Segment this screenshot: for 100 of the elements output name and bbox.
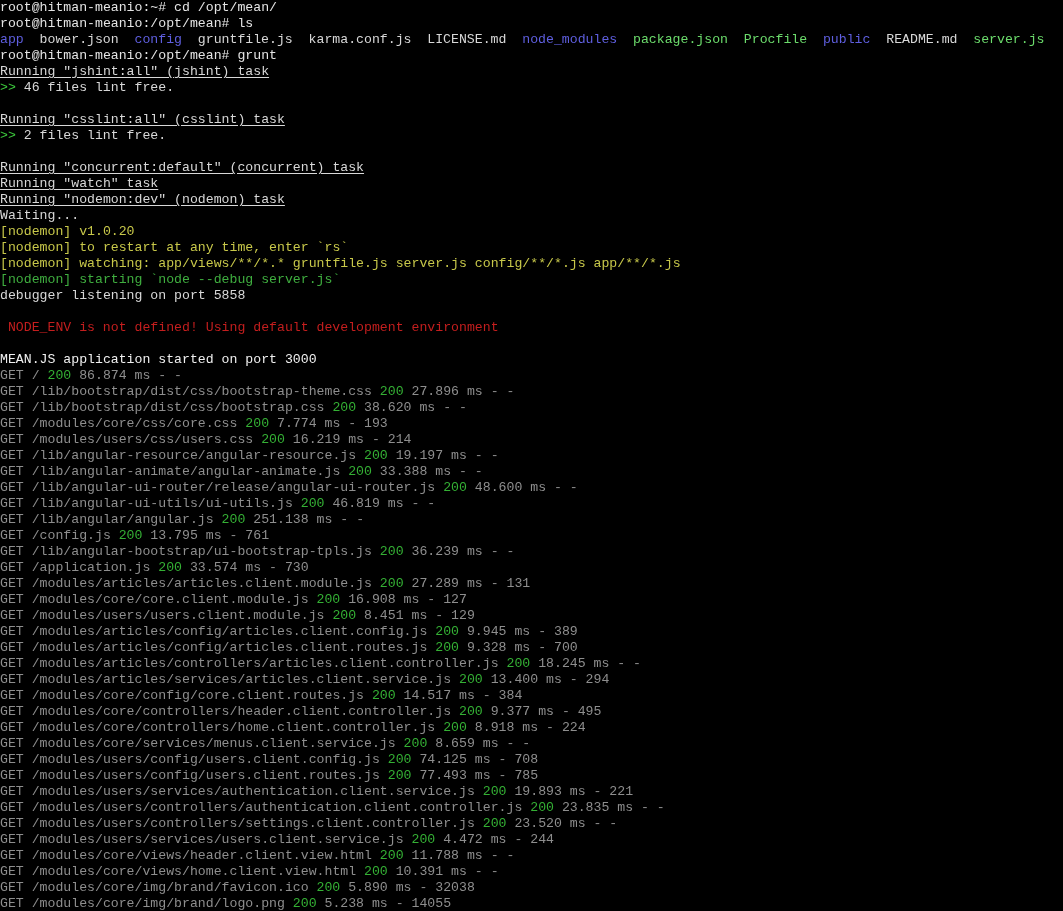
response-time: 9.377 ms - 495 [490,704,602,720]
status-code: 200 [371,688,396,704]
status-code: 200 [379,384,404,400]
file-name: README.md [886,32,958,48]
request-path: GET /modules/users/services/users.client.service.js [0,832,404,848]
directory-name: node_modules [522,32,618,48]
executable-name: package.json [633,32,728,48]
response-time: 9.945 ms - 389 [466,624,578,640]
request-path: GET /lib/bootstrap/dist/css/bootstrap-theme.css [0,384,372,400]
request-path: GET /modules/core/css/core.css [0,416,238,432]
request-path: GET /modules/core/services/menus.client.service.js [0,736,396,752]
executable-name: Procfile [743,32,808,48]
status-code: 200 [379,848,404,864]
response-time: 27.896 ms - - [411,384,515,400]
status-code: 200 [506,656,531,672]
status-code: 200 [443,720,467,736]
request-path: GET /modules/users/controllers/settings.client.controller.js [0,816,475,832]
status-code: 200 [292,896,317,911]
task-heading: Running "watch" task [0,176,159,192]
nodemon-message: [nodemon] v1.0.20 [0,224,135,240]
request-path: GET /modules/core/img/brand/logo.png [0,896,285,911]
request-path: GET /lib/angular-animate/angular-animate.js [0,464,341,480]
file-name: LICENSE.md [427,32,507,48]
file-name: bower.json [39,32,119,48]
request-path: GET /modules/core/views/home.client.view.html [0,864,357,880]
response-time: 13.400 ms - 294 [490,672,610,688]
request-path: GET /modules/users/controllers/authentication.client.controller.js [0,800,523,816]
response-time: 7.774 ms - 193 [277,416,388,432]
file-name: karma.conf.js [308,32,412,48]
response-time: 5.238 ms - 14055 [324,896,452,911]
executable-name: server.js [973,32,1045,48]
status-code: 200 [47,368,72,384]
output-text: Waiting... [0,208,80,224]
response-time: 18.245 ms - - [538,656,642,672]
response-time: 27.289 ms - 131 [411,576,531,592]
request-path: GET /modules/articles/config/articles.client.routes.js [0,640,428,656]
command-line: root@hitman-meanio:~# cd /opt/mean/ [0,0,277,16]
status-code: 200 [158,560,183,576]
response-time: 86.874 ms - - [79,368,183,384]
request-path: GET /modules/articles/articles.client.module.js [0,576,372,592]
response-time: 46.819 ms - - [332,496,436,512]
status-code: 200 [482,784,507,800]
response-time: 8.918 ms - 224 [474,720,586,736]
response-time: 4.472 ms - 244 [443,832,554,848]
output-text: debugger listening on port 5858 [0,288,246,304]
response-time: 19.197 ms - - [395,448,499,464]
nodemon-message: [nodemon] to restart at any time, enter `rs` [0,240,349,256]
status-code: 200 [245,416,270,432]
output-marker: >> [0,80,16,96]
status-code: 200 [379,544,404,560]
request-path: GET /lib/angular-ui-router/release/angular-ui-router.js [0,480,436,496]
status-code: 200 [482,816,507,832]
status-code: 200 [348,464,372,480]
response-time: 16.219 ms - 214 [292,432,412,448]
task-heading: Running "jshint:all" (jshint) task [0,64,270,80]
status-code: 200 [459,704,483,720]
status-code: 200 [332,400,357,416]
status-code: 200 [364,448,388,464]
output-text: 2 files lint free. [23,128,167,144]
directory-name: public [822,32,871,48]
request-path: GET / [0,368,40,384]
request-path: GET /modules/core/views/header.client.view.html [0,848,372,864]
task-heading: Running "concurrent:default" (concurrent) task [0,160,365,176]
request-path: GET /modules/users/config/users.client.routes.js [0,768,380,784]
output-text: MEAN.JS application started on port 3000 [0,352,317,368]
request-path: GET /lib/angular-resource/angular-resource.js [0,448,357,464]
error-message: NODE_ENV is not defined! Using default development environment [7,320,499,336]
request-path: GET /modules/articles/config/articles.client.config.js [0,624,428,640]
response-time: 23.520 ms - - [514,816,618,832]
directory-name: config [134,32,182,48]
response-time: 10.391 ms - - [395,864,499,880]
request-path: GET /modules/users/css/users.css [0,432,254,448]
response-time: 11.788 ms - - [411,848,515,864]
request-path: GET /modules/articles/services/articles.client.service.js [0,672,452,688]
nodemon-message: [nodemon] watching: app/views/**/*.* gruntfile.js server.js config/**/*.js app/**/*.js [0,256,681,272]
request-path: GET /modules/core/img/brand/favicon.ico [0,880,309,896]
status-code: 200 [530,800,554,816]
status-code: 200 [316,592,341,608]
response-time: 8.659 ms - - [435,736,531,752]
file-name: gruntfile.js [197,32,293,48]
status-code: 200 [459,672,483,688]
response-time: 5.890 ms - 32038 [348,880,475,896]
status-code: 200 [403,736,428,752]
request-path: GET /modules/users/users.client.module.js [0,608,325,624]
status-code: 200 [300,496,325,512]
response-time: 8.451 ms - 129 [364,608,475,624]
request-path: GET /lib/angular-bootstrap/ui-bootstrap-tpls.js [0,544,372,560]
status-code: 200 [387,752,412,768]
response-time: 251.138 ms - - [253,512,365,528]
response-time: 36.239 ms - - [411,544,515,560]
task-heading: Running "csslint:all" (csslint) task [0,112,285,128]
output-marker: >> [0,128,16,144]
directory-name: app [0,32,24,48]
response-time: 13.795 ms - 761 [150,528,270,544]
command-line: root@hitman-meanio:/opt/mean# grunt [0,48,277,64]
status-code: 200 [435,624,459,640]
request-path: GET /modules/users/services/authentication.client.service.js [0,784,475,800]
request-path: GET /modules/core/controllers/home.client.controller.js [0,720,436,736]
response-time: 48.600 ms - - [474,480,578,496]
status-code: 200 [316,880,341,896]
